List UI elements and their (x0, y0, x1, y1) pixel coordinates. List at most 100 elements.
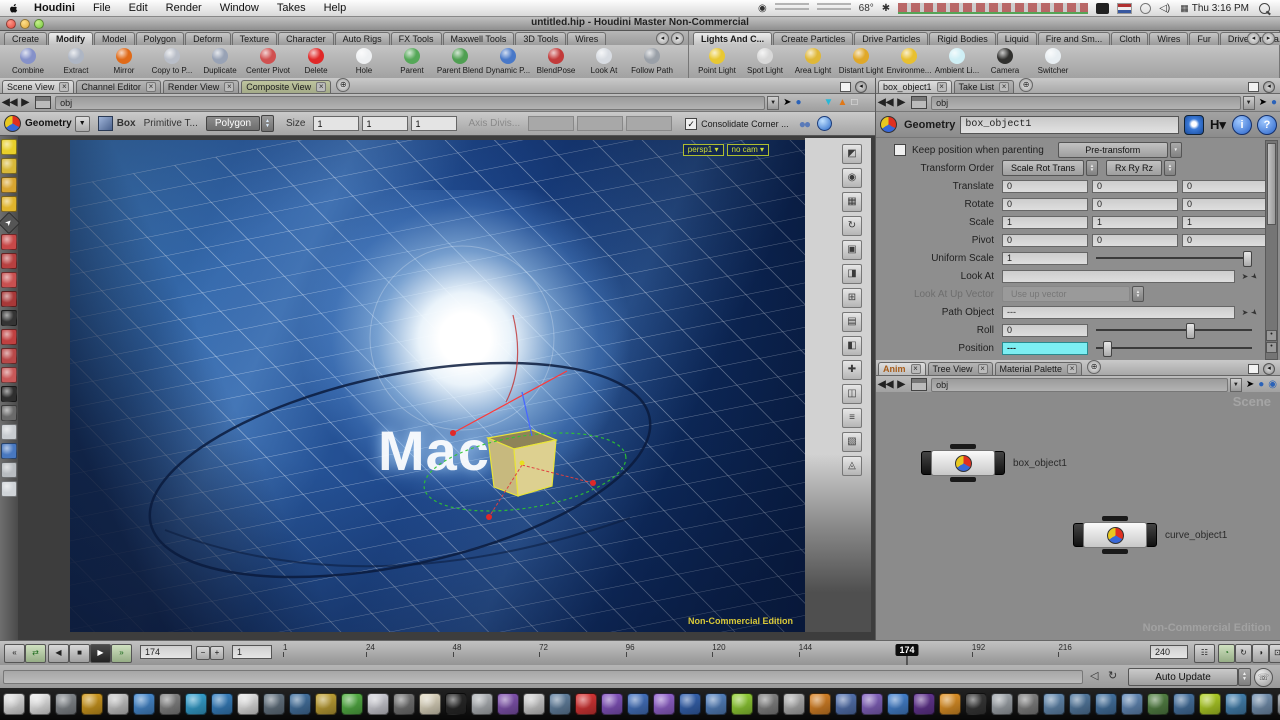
dock-icon-29[interactable] (757, 693, 779, 715)
node-input-connector[interactable] (1102, 516, 1128, 521)
dock-icon-7[interactable] (185, 693, 207, 715)
op-jump-icon[interactable]: ➤ (1242, 272, 1249, 281)
left-tool-icon-1[interactable] (1, 158, 17, 174)
frame-step-button[interactable]: ⇄ (25, 644, 46, 663)
link-sphere-icon[interactable]: ● (795, 97, 801, 108)
playhead-marker[interactable]: 174 (895, 644, 918, 665)
dock-icon-36[interactable] (939, 693, 961, 715)
pane-menu-icon[interactable]: ◂ (855, 81, 867, 93)
view-option-icon-6[interactable]: ⊞ (842, 288, 862, 308)
group-people-icon[interactable]: ●● (799, 117, 810, 131)
houdini-handles-button[interactable]: H▾ (1209, 116, 1227, 134)
dock-icon-5[interactable] (133, 693, 155, 715)
stepper-icon[interactable]: ▲▼ (1164, 160, 1176, 176)
dock-icon-48[interactable] (1251, 693, 1273, 715)
pane-menu-icon[interactable]: ◂ (1263, 363, 1275, 375)
view-option-icon-3[interactable]: ↻ (842, 216, 862, 236)
shelf-tool-blendpose[interactable]: BlendPose (532, 48, 580, 75)
shelf-tool-spot-light[interactable]: Spot Light (741, 48, 789, 75)
shelf-tool-distant-light[interactable]: Distant Light (837, 48, 885, 75)
dock-icon-13[interactable] (341, 693, 363, 715)
dock-icon-38[interactable] (991, 693, 1013, 715)
view-option-icon-9[interactable]: ✚ (842, 360, 862, 380)
help-phone-icon[interactable]: ☏ (1254, 668, 1273, 687)
field-translate-1[interactable]: 0 (1092, 180, 1178, 193)
link-sphere-icon[interactable]: ● (1271, 97, 1277, 108)
scrollbar-thumb[interactable] (1267, 143, 1276, 225)
node-input-connector[interactable] (950, 444, 976, 449)
op-select-icon[interactable]: ➤ (1249, 306, 1260, 317)
node-output-connector[interactable] (950, 477, 976, 482)
shelf-tab-wires[interactable]: Wires (1149, 32, 1188, 45)
view-option-icon-1[interactable]: ◉ (842, 168, 862, 188)
dock-icon-32[interactable] (835, 693, 857, 715)
dock-icon-23[interactable] (601, 693, 623, 715)
left-tool-icon-13[interactable] (1, 386, 17, 402)
field-pivot-2[interactable]: 0 (1182, 234, 1268, 247)
view-option-icon-13[interactable]: ◬ (842, 456, 862, 476)
shelf-tool-dynamic-p[interactable]: Dynamic P... (484, 48, 532, 75)
left-tool-icon-18[interactable] (1, 481, 17, 497)
path-dropdown-icon[interactable]: ▼ (1230, 378, 1242, 392)
left-tool-icon-7[interactable] (1, 272, 17, 288)
menu-render[interactable]: Render (157, 2, 211, 14)
field-scale-1[interactable]: 1 (1092, 216, 1178, 229)
view-option-icon-2[interactable]: ▦ (842, 192, 862, 212)
shelf-tab-maxwell-tools[interactable]: Maxwell Tools (443, 32, 515, 45)
tab-take-list[interactable]: Take List× (954, 80, 1015, 93)
node-curve-object1[interactable]: curve_object1 (1073, 522, 1227, 548)
dock-icon-34[interactable] (887, 693, 909, 715)
spotlight-search-icon[interactable] (1259, 3, 1270, 14)
shelf-tool-center-pivot[interactable]: Center Pivot (244, 48, 292, 75)
nav-back-icon[interactable]: ◀◀ (878, 97, 893, 108)
shelf-tool-copy-to-p[interactable]: Copy to P... (148, 48, 196, 75)
dock-icon-15[interactable] (393, 693, 415, 715)
auto-update-select[interactable]: Auto Update (1128, 668, 1238, 686)
menu-clock[interactable]: ▦Thu 3:16 PM (1180, 3, 1249, 14)
spaces-menu-icon[interactable] (1096, 3, 1109, 14)
dock-icon-14[interactable] (367, 693, 389, 715)
shelf-tool-ambient-li[interactable]: Ambient Li... (933, 48, 981, 75)
dock-icon-6[interactable] (159, 693, 181, 715)
loop-toggle-icon[interactable]: ↻ (1235, 644, 1252, 663)
volume-menu-icon[interactable]: ◁) (1159, 3, 1170, 14)
dock-icon-47[interactable] (1225, 693, 1247, 715)
left-tool-icon-8[interactable] (1, 291, 17, 307)
window-title-bar[interactable]: untitled.hip - Houdini Master Non-Commer… (0, 16, 1280, 31)
dock-icon-27[interactable] (705, 693, 727, 715)
shelf-tab-fur[interactable]: Fur (1189, 32, 1219, 45)
viewport-3d-render[interactable]: Mac persp1 ▾ no cam (70, 140, 805, 632)
stock-ticker[interactable] (898, 3, 1088, 14)
left-tool-icon-12[interactable] (1, 367, 17, 383)
view-option-icon-4[interactable]: ▣ (842, 240, 862, 260)
field-scale-2[interactable]: 1 (1182, 216, 1268, 229)
shelf-tab-create-particles[interactable]: Create Particles (773, 32, 853, 45)
pin-pane-icon[interactable]: ➤ (783, 97, 791, 108)
dock-icon-4[interactable] (107, 693, 129, 715)
shelf-tab-fire-and-sm[interactable]: Fire and Sm... (1038, 32, 1111, 45)
menu-houdini[interactable]: Houdini (25, 2, 84, 14)
node-body[interactable] (931, 450, 995, 476)
shelf-scroll-right-icon[interactable]: ▸ (671, 32, 684, 45)
snapshot-icon[interactable]: ▲ (837, 97, 847, 108)
dock-icon-2[interactable] (55, 693, 77, 715)
left-tool-icon-16[interactable] (1, 443, 17, 459)
slider-handle[interactable] (1186, 323, 1195, 339)
dock-icon-8[interactable] (211, 693, 233, 715)
audio-toggle-icon[interactable]: ◑ (1252, 644, 1269, 663)
dock-icon-35[interactable] (913, 693, 935, 715)
stepper-icon[interactable]: ▲▼ (1086, 160, 1098, 176)
shelf-tab-drive-particles[interactable]: Drive Particles (854, 32, 928, 45)
parameter-scrollbar[interactable] (1265, 140, 1278, 360)
eye-menu-icon[interactable]: ◉ (758, 3, 767, 14)
menu-window[interactable]: Window (211, 2, 268, 14)
left-tool-icon-14[interactable] (1, 405, 17, 421)
tab-composite-view[interactable]: Composite View× (241, 80, 331, 93)
close-tab-icon[interactable]: × (1067, 364, 1077, 374)
tab-tree-view[interactable]: Tree View× (928, 362, 993, 375)
field-roll[interactable]: 0 (1002, 324, 1088, 337)
close-tab-icon[interactable]: × (978, 364, 988, 374)
field-look-at[interactable] (1002, 270, 1235, 283)
frame-decrement-button[interactable]: − (196, 646, 210, 660)
shelf-tool-camera[interactable]: Camera (981, 48, 1029, 75)
